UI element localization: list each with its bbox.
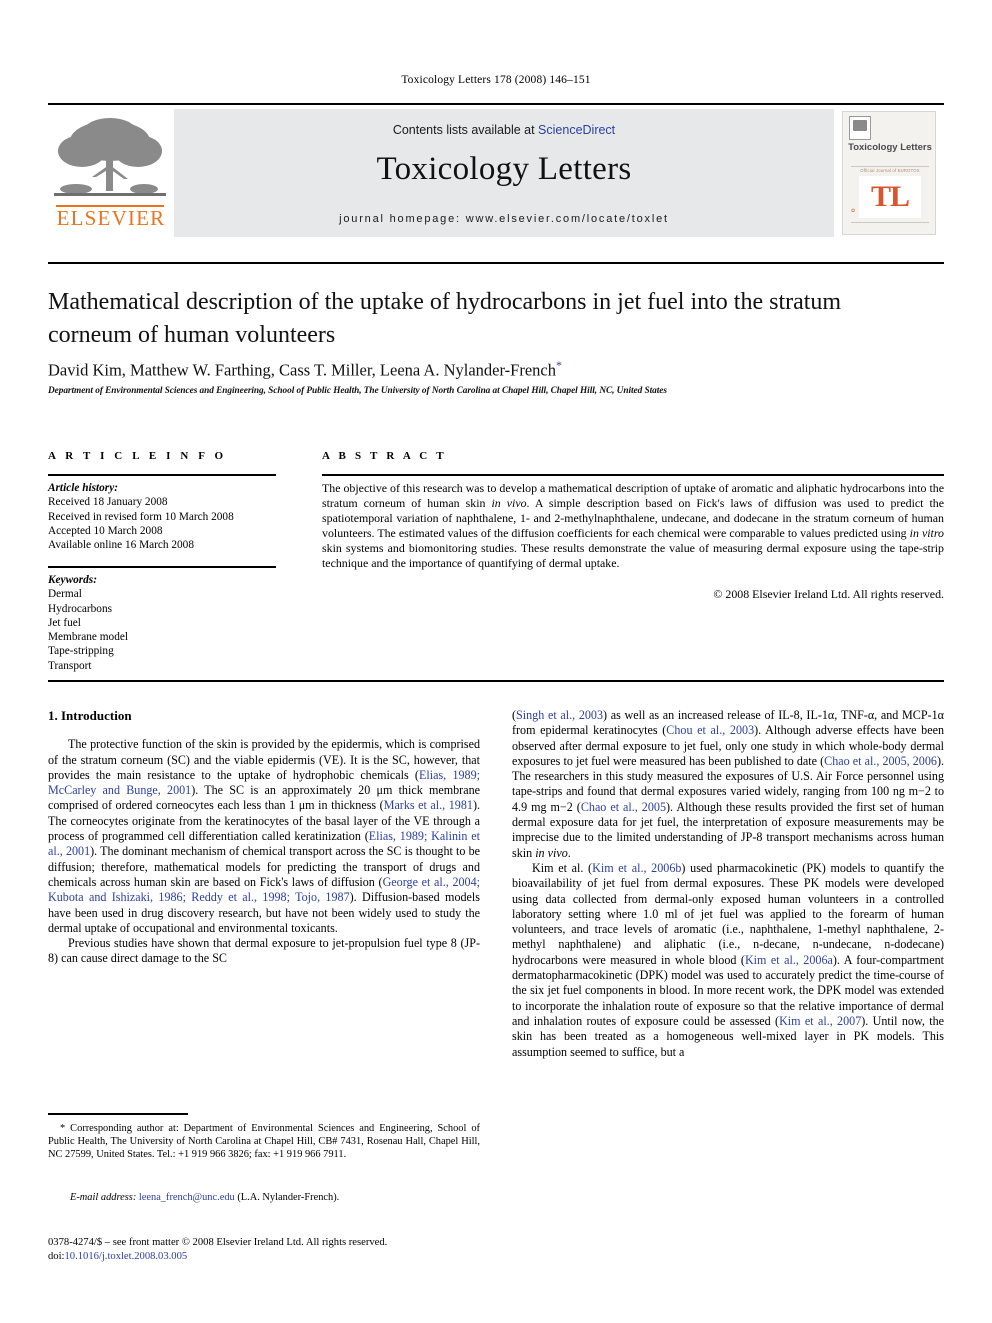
keyword-item: Dermal — [48, 588, 82, 601]
cover-logo-box: TL — [859, 176, 921, 218]
copyright-line: © 2008 Elsevier Ireland Ltd. All rights … — [713, 587, 944, 601]
abstract-rule — [322, 474, 944, 476]
cover-divider-top — [851, 166, 929, 167]
body-column-right: (Singh et al., 2003) as well as an incre… — [512, 708, 944, 1060]
elsevier-wordmark: ELSEVIER — [56, 206, 166, 230]
text-run: Previous studies have shown that dermal … — [48, 936, 480, 966]
history-item: Available online 16 March 2008 — [48, 539, 194, 552]
author-names: David Kim, Matthew W. Farthing, Cass T. … — [48, 360, 556, 380]
title-separator — [48, 262, 944, 264]
elsevier-logo: ELSEVIER — [48, 109, 174, 237]
keyword-item: Transport — [48, 659, 92, 672]
paper-page: Toxicology Letters 178 (2008) 146–151 EL… — [0, 0, 992, 1323]
citation-link[interactable]: Kim et al., 2006b — [592, 861, 681, 875]
keywords-block: Keywords: Dermal Hydrocarbons Jet fuel Memb… — [48, 573, 280, 673]
italic-text: in vitro — [909, 526, 944, 541]
doi-line: doi:10.1016/j.toxlet.2008.03.005 — [48, 1250, 508, 1264]
email-link[interactable]: leena_french@unc.edu — [139, 1192, 235, 1203]
cover-tl-logo: TL — [870, 180, 910, 213]
contents-prefix: Contents lists available at — [392, 123, 539, 137]
cover-journal-name: Toxicology Letters — [848, 142, 932, 153]
section-heading-introduction: 1. Introduction — [48, 708, 132, 723]
text-run: . — [567, 845, 571, 860]
journal-cover-thumbnail: Toxicology Letters Official Journal of E… — [834, 109, 944, 237]
issn-line: 0378-4274/$ – see front matter © 2008 El… — [48, 1237, 388, 1248]
abstract-bottom-separator — [48, 680, 944, 682]
body-paragraph: Previous studies have shown that dermal … — [48, 936, 480, 967]
body-paragraph: Kim et al. (Kim et al., 2006b) used phar… — [512, 861, 944, 1060]
citation-link[interactable]: Marks et al., 1981 — [384, 798, 473, 812]
cover-divider-bottom — [851, 222, 929, 223]
citation-link[interactable]: Singh et al., 2003 — [516, 708, 603, 722]
italic-text: in vivo — [535, 845, 568, 860]
keyword-item: Membrane model — [48, 631, 128, 644]
citation-link[interactable]: Chou et al., 2003 — [666, 723, 754, 737]
footnote-rule — [48, 1113, 188, 1115]
article-history-label: Article history: — [48, 482, 118, 494]
keyword-item: Jet fuel — [48, 616, 81, 629]
corresponding-author-text: * Corresponding author at: Department of… — [48, 1123, 480, 1161]
affiliation: Department of Environmental Sciences and… — [48, 386, 667, 396]
journal-masthead: ELSEVIER Contents lists available at Sci… — [48, 103, 944, 237]
citation-link[interactable]: Chao et al., 2005, 2006 — [824, 754, 937, 768]
keywords-label: Keywords: — [48, 574, 97, 586]
doi-prefix: doi: — [48, 1250, 65, 1262]
text-run: skin systems and biomonitoring studies. … — [322, 541, 944, 571]
journal-homepage[interactable]: journal homepage: www.elsevier.com/locat… — [174, 213, 834, 225]
citation-link[interactable]: Chao et al., 2005 — [581, 800, 666, 814]
text-run: The protective function of the skin is p… — [48, 737, 480, 782]
article-info-rule — [48, 474, 276, 476]
left-column-paragraphs: The protective function of the skin is p… — [48, 737, 480, 966]
page-title: Mathematical description of the uptake o… — [48, 289, 842, 348]
body-column-left: 1. Introduction The protective function … — [48, 708, 480, 967]
abstract-body: The objective of this research was to de… — [322, 481, 944, 572]
keywords-list: Dermal Hydrocarbons Jet fuel Membrane model… — [48, 587, 280, 673]
contents-available-line: Contents lists available at ScienceDirec… — [174, 123, 834, 137]
corresponding-author-footnote: * Corresponding author at: Department of… — [48, 1122, 480, 1162]
keyword-item: Tape-stripping — [48, 645, 114, 658]
cover-society-mark-icon: ✿ — [851, 209, 856, 214]
journal-band: Contents lists available at ScienceDirec… — [174, 109, 834, 237]
citation-link[interactable]: Kim et al., 2006a — [745, 953, 833, 967]
doi-link[interactable]: 10.1016/j.toxlet.2008.03.005 — [64, 1251, 187, 1262]
abstract-heading: A B S T R A C T — [322, 450, 447, 462]
history-list: Received 18 January 2008 Received in revi… — [48, 495, 280, 552]
journal-title: Toxicology Letters — [376, 151, 632, 187]
history-item: Received in revised form 10 March 2008 — [48, 510, 234, 523]
elsevier-tree-icon — [54, 118, 166, 196]
citation-link[interactable]: Kim et al., 2007 — [779, 1014, 861, 1028]
cover-elsevier-icon — [849, 116, 871, 140]
issn-block: 0378-4274/$ – see front matter © 2008 El… — [48, 1236, 508, 1263]
email-line: E-mail address: leena_french@unc.edu (L.… — [48, 1192, 480, 1203]
running-head: Toxicology Letters 178 (2008) 146–151 — [401, 74, 591, 86]
body-paragraph: (Singh et al., 2003) as well as an incre… — [512, 708, 944, 861]
history-item: Received 18 January 2008 — [48, 496, 168, 509]
sciencedirect-link[interactable]: ScienceDirect — [538, 123, 615, 137]
body-paragraph: The protective function of the skin is p… — [48, 737, 480, 936]
history-item: Accepted 10 March 2008 — [48, 524, 163, 537]
email-owner: (L.A. Nylander-French). — [237, 1192, 340, 1203]
article-info-heading: A R T I C L E I N F O — [48, 450, 227, 462]
italic-text: in vivo — [491, 496, 527, 511]
email-label: E-mail address: — [70, 1192, 137, 1203]
author-list: David Kim, Matthew W. Farthing, Cass T. … — [48, 358, 928, 381]
article-history: Article history: Received 18 January 200… — [48, 481, 280, 552]
right-column-paragraphs: (Singh et al., 2003) as well as an incre… — [512, 708, 944, 1060]
keywords-rule — [48, 566, 276, 568]
cover-subtitle: Official Journal of EUROTOX — [860, 168, 920, 173]
keyword-item: Hydrocarbons — [48, 602, 112, 615]
corresponding-author-marker: * — [555, 358, 562, 372]
text-run: ) used pharmacokinetic (PK) models to qu… — [512, 860, 944, 967]
text-run: Kim et al. ( — [532, 860, 593, 875]
